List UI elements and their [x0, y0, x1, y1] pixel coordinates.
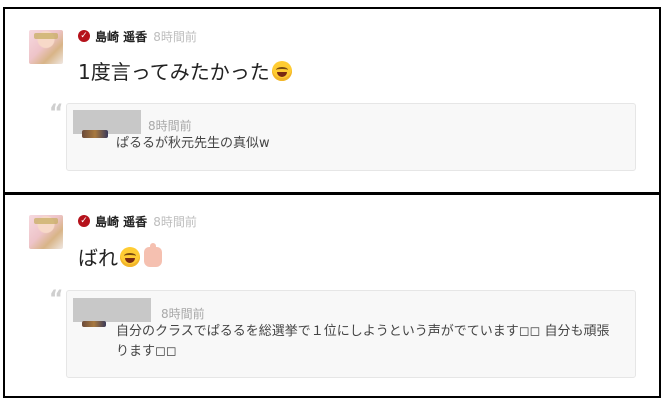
verified-check-icon: ✓: [78, 215, 90, 227]
reply-text: ぱるるが秋元先生の真似w: [116, 136, 270, 151]
reply-author-blurred: [73, 298, 151, 322]
author-row: ✓ 島崎 遥香 8時間前: [78, 28, 197, 44]
post-time: 8時間前: [153, 29, 197, 44]
reply-text: 自分のクラスでぱるるを総選挙で１位にしようという声がでています◻︎◻︎ 自分も頑…: [116, 324, 610, 359]
laugh-emoji-icon: [120, 246, 140, 267]
quote-icon: “: [49, 287, 64, 312]
author-row: ✓ 島崎 遥香 8時間前: [78, 213, 197, 229]
reply-card: 8時間前 自分のクラスでぱるるを総選挙で１位にしようという声がでています◻︎◻︎…: [66, 290, 636, 378]
laugh-emoji-icon: [271, 60, 292, 81]
thumbs-up-emoji-icon: [144, 242, 162, 267]
reply-avatar[interactable]: [82, 321, 106, 327]
post-message: ばれ: [78, 242, 162, 271]
post-time: 8時間前: [153, 214, 197, 229]
quote-icon: “: [49, 101, 64, 126]
reply-card: 8時間前 ぱるるが秋元先生の真似w: [66, 103, 636, 171]
author-avatar[interactable]: [29, 215, 63, 249]
reply-time: 8時間前: [148, 119, 192, 133]
author-name[interactable]: 島崎 遥香: [95, 28, 147, 45]
author-avatar[interactable]: [29, 30, 63, 64]
author-name[interactable]: 島崎 遥香: [95, 213, 147, 230]
reply-time: 8時間前: [161, 307, 205, 321]
message-text: 1度言ってみたかった: [78, 60, 270, 84]
message-text: ばれ: [78, 246, 118, 270]
post-message: 1度言ってみたかった: [78, 56, 292, 85]
verified-check-icon: ✓: [78, 30, 90, 42]
reply-avatar[interactable]: [82, 130, 108, 138]
post-card: ✓ 島崎 遥香 8時間前 1度言ってみたかった “ 8時間前 ぱるるが秋元先生の…: [3, 7, 661, 194]
post-card: ✓ 島崎 遥香 8時間前 ばれ “ 8時間前 自分のクラスでぱるるを総選挙で１位…: [3, 193, 661, 398]
